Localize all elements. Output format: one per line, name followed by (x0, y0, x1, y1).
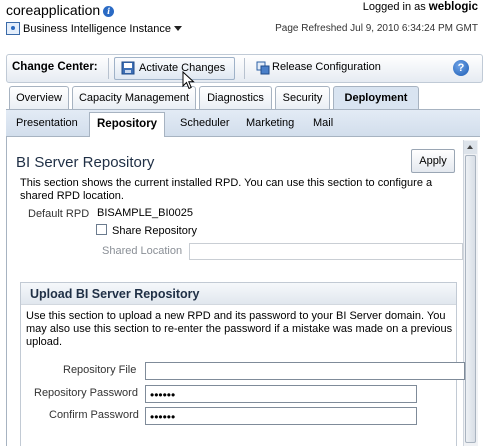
repository-file-field[interactable] (145, 362, 465, 380)
instance-menu-label: Business Intelligence Instance (23, 23, 171, 35)
toolbar-divider (108, 58, 109, 79)
upload-section-title: Upload BI Server Repository (30, 287, 200, 301)
instance-icon (6, 22, 20, 35)
scroll-up-icon[interactable] (464, 141, 477, 154)
share-repository-label: Share Repository (112, 225, 197, 237)
default-rpd-label: Default RPD (28, 208, 90, 220)
repository-description: This section shows the current installed… (20, 177, 433, 202)
repository-password-field[interactable]: •••••• (145, 385, 417, 403)
subtab-repository[interactable]: Repository (89, 112, 166, 138)
toolbar-divider (244, 58, 245, 79)
repository-file-label: Repository File (63, 364, 137, 376)
tab-capacity-management[interactable]: Capacity Management (72, 86, 196, 110)
tab-deployment[interactable]: Deployment (333, 86, 419, 110)
help-icon[interactable]: ? (453, 60, 469, 76)
chevron-down-icon (173, 26, 182, 31)
change-center-label: Change Center: (12, 61, 98, 73)
scrollbar-thumb[interactable] (465, 155, 476, 443)
tab-security[interactable]: Security (275, 86, 330, 110)
username: weblogic (428, 1, 478, 13)
release-configuration-button[interactable]: Release Configuration (254, 57, 394, 80)
lock-icon (121, 61, 135, 75)
subtab-presentation[interactable]: Presentation (16, 117, 78, 129)
page-refreshed: Page Refreshed Jul 9, 2010 6:34:24 PM GM… (275, 23, 478, 34)
login-status: Logged in as weblogic (363, 1, 478, 13)
logged-in-label: Logged in as (362, 1, 426, 13)
tab-diagnostics[interactable]: Diagnostics (199, 86, 272, 110)
repository-section-title: BI Server Repository (16, 154, 155, 171)
tab-overview[interactable]: Overview (9, 86, 69, 110)
mouse-cursor-icon (182, 71, 195, 90)
subtab-mail[interactable]: Mail (313, 117, 333, 129)
subtab-scheduler[interactable]: Scheduler (180, 117, 230, 129)
app-title-text: coreapplication (6, 2, 101, 18)
repository-password-label: Repository Password (34, 387, 138, 399)
upload-description: Use this section to upload a new RPD and… (26, 310, 453, 348)
shared-location-label: Shared Location (102, 245, 183, 257)
default-rpd-value: BISAMPLE_BI0025 (97, 207, 194, 219)
subtab-marketing[interactable]: Marketing (246, 117, 294, 129)
page-title: coreapplication i (6, 2, 115, 18)
shared-location-field[interactable] (189, 243, 463, 260)
share-repository-checkbox[interactable] (96, 224, 107, 235)
apply-button[interactable]: Apply (411, 149, 455, 173)
confirm-password-field[interactable]: •••••• (145, 407, 417, 425)
release-icon (256, 61, 270, 75)
instance-menu[interactable]: Business Intelligence Instance (6, 22, 182, 35)
confirm-password-label: Confirm Password (49, 409, 139, 421)
info-icon[interactable]: i (103, 6, 115, 17)
release-configuration-label: Release Configuration (272, 61, 381, 73)
